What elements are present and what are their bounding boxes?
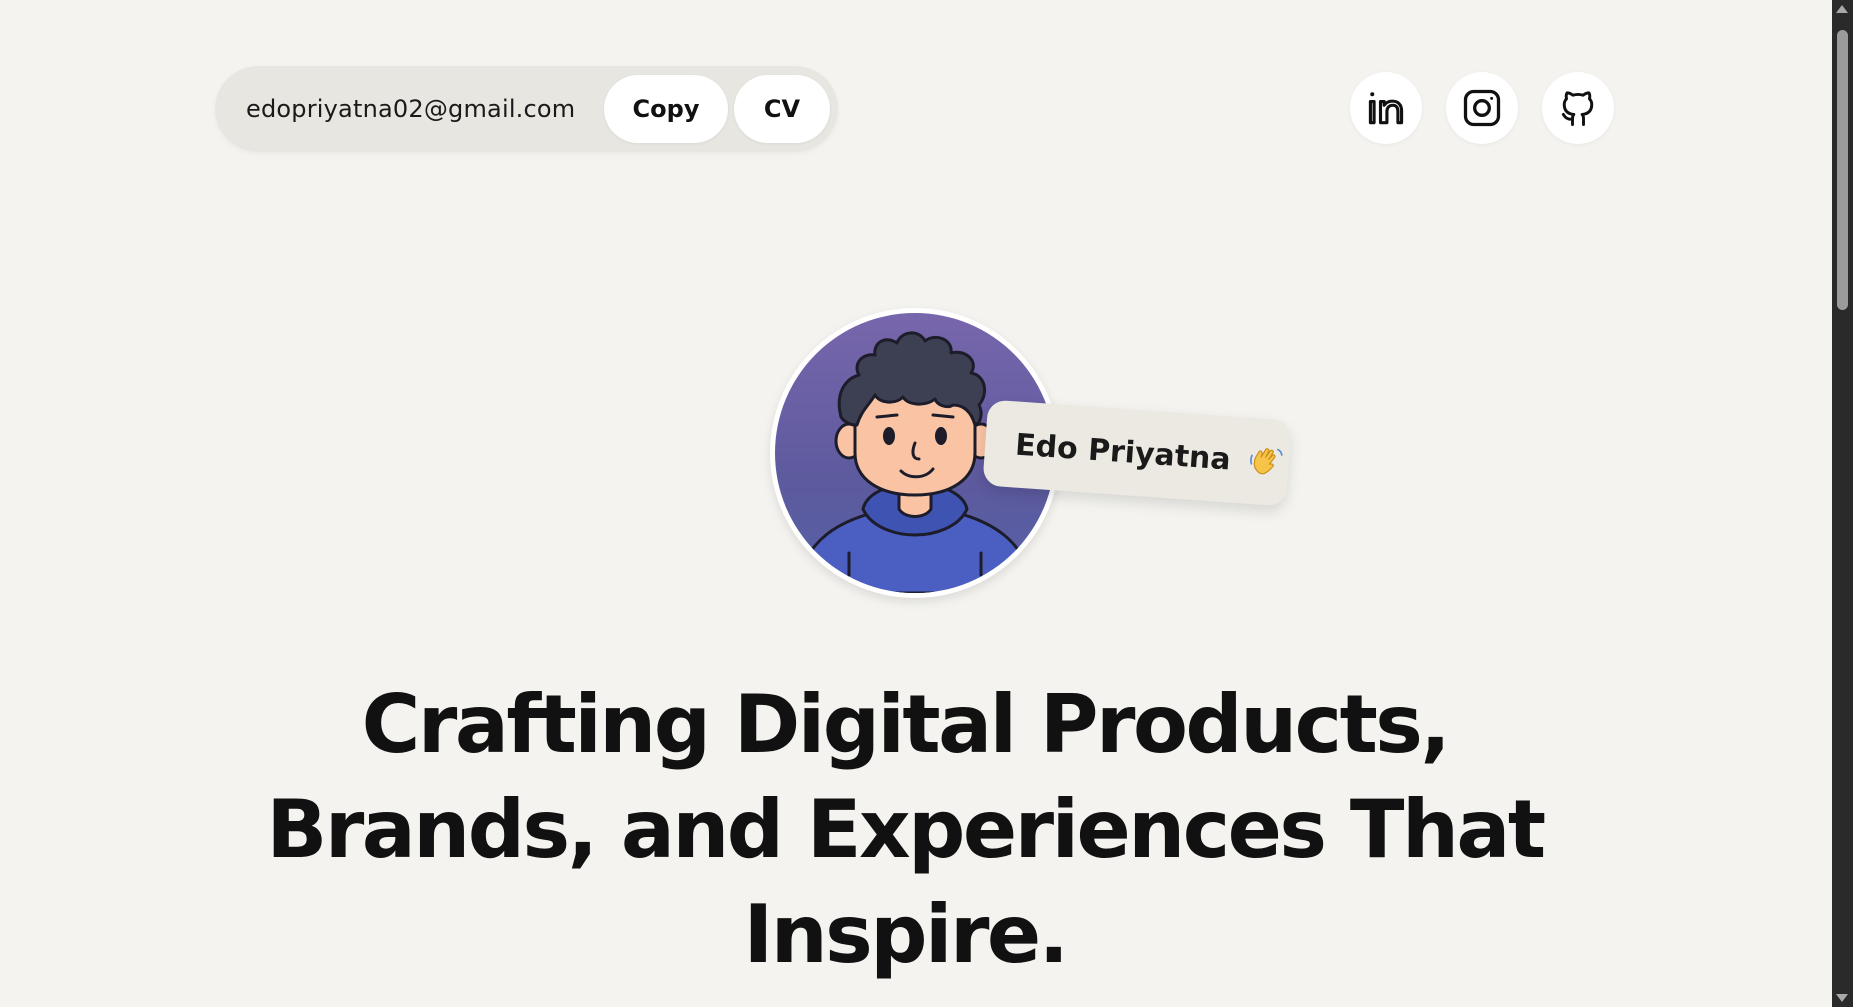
profile-name: Edo Priyatna (1014, 427, 1232, 478)
scroll-down-icon[interactable] (1836, 994, 1848, 1002)
scroll-up-icon[interactable] (1836, 5, 1848, 13)
hero-headline: Crafting Digital Products, Brands, and E… (266, 678, 1546, 981)
github-icon (1561, 91, 1594, 126)
cv-button[interactable]: CV (734, 75, 830, 143)
linkedin-link[interactable] (1350, 72, 1422, 144)
scroll-thumb[interactable] (1837, 30, 1848, 310)
contact-bar: edopriyatna02@gmail.com Copy CV (215, 66, 838, 152)
instagram-icon (1463, 89, 1501, 127)
page-scrollbar[interactable] (1832, 0, 1853, 1007)
waving-hand-icon (1249, 448, 1283, 475)
email-address[interactable]: edopriyatna02@gmail.com (246, 66, 575, 152)
github-link[interactable] (1542, 72, 1614, 144)
linkedin-icon (1368, 92, 1404, 125)
instagram-link[interactable] (1446, 72, 1518, 144)
copy-email-button[interactable]: Copy (604, 75, 728, 143)
page: edopriyatna02@gmail.com Copy CV Edo Priy… (0, 0, 1853, 1007)
